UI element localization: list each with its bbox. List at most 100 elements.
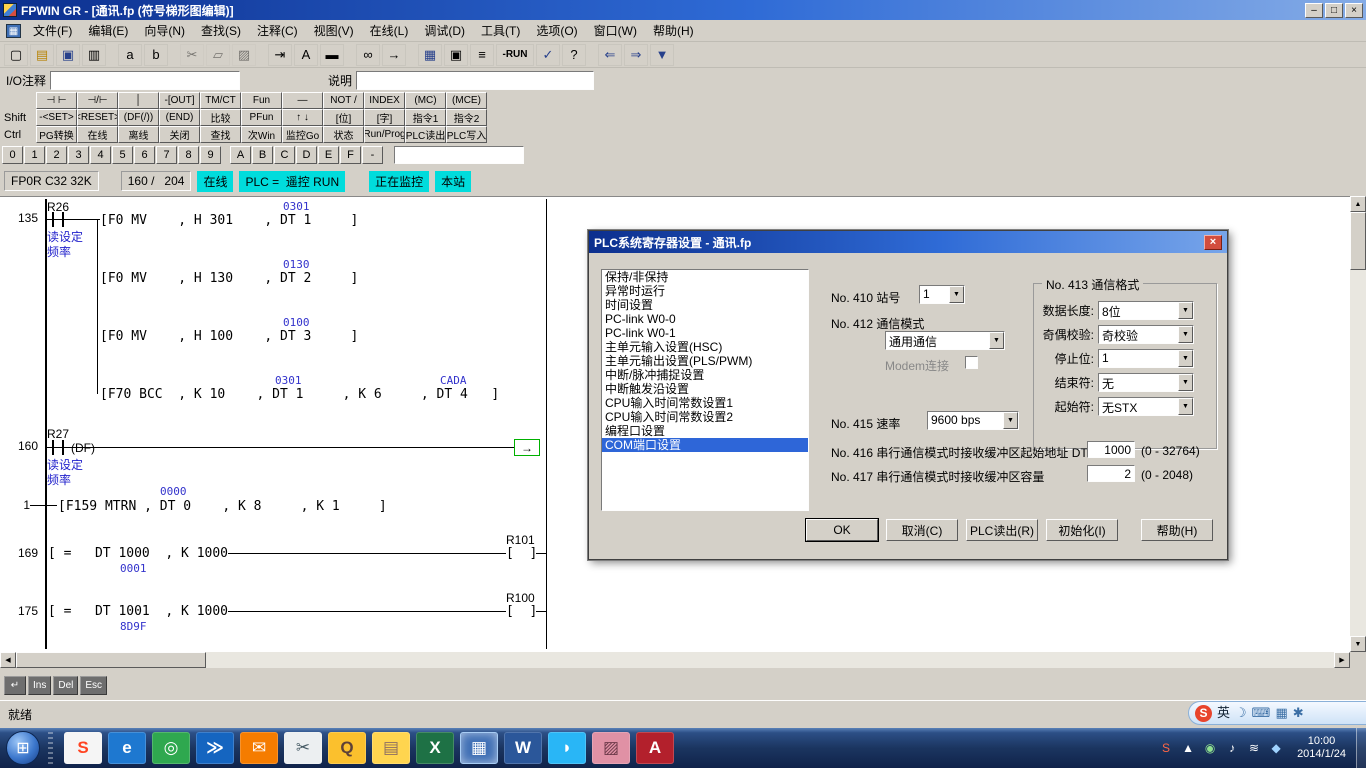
fkey-button[interactable]: ⊣/⊢ — [77, 92, 118, 109]
output-coil[interactable]: [ ] — [506, 604, 537, 619]
format-select[interactable]: 无STX ▼ — [1098, 397, 1194, 416]
hex-key[interactable]: E — [318, 146, 339, 164]
menu-item[interactable]: 查找(S) — [193, 20, 249, 41]
menu-item[interactable]: 编辑(E) — [80, 20, 136, 41]
instruction[interactable]: [F159 MTRN , DT 0 , K 8 , K 1 ] — [58, 499, 387, 514]
maximize-button[interactable]: □ — [1325, 3, 1343, 18]
show-desktop-button[interactable] — [1356, 728, 1366, 768]
fkey-button[interactable]: 状态 — [323, 126, 364, 143]
hex-key[interactable]: C — [274, 146, 295, 164]
plc-write-icon[interactable]: ⇒ — [624, 44, 648, 66]
format-select[interactable]: 1 ▼ — [1098, 349, 1194, 368]
fkey-button[interactable]: Fun — [241, 92, 282, 109]
taskbar-360-icon[interactable]: ◎ — [152, 732, 190, 764]
compare-contact[interactable]: [ = DT 1000 , K 1000 — [48, 546, 228, 561]
baud-rate-select[interactable]: 9600 bps ▼ — [927, 411, 1019, 430]
fkey-button[interactable]: 指令1 — [405, 109, 446, 126]
fkey-button[interactable]: 关闭 — [159, 126, 200, 143]
ime-sogou-icon[interactable]: S — [1195, 705, 1212, 722]
child-window-icon[interactable]: ▦ — [6, 24, 21, 38]
minimize-button[interactable]: – — [1305, 3, 1323, 18]
save-icon[interactable]: ▣ — [56, 44, 80, 66]
dialog-button[interactable]: 取消(C) — [886, 519, 958, 541]
instruction[interactable]: [F70 BCC , K 10 , DT 1 , K 6 , DT 4 ] — [100, 387, 499, 402]
register-category-item[interactable]: 编程口设置 — [602, 424, 808, 438]
instruction[interactable]: [F0 MV , H 301 , DT 1 ] — [100, 213, 358, 228]
taskbar-foxmail-icon[interactable]: ✉ — [240, 732, 278, 764]
ime-tools-icon[interactable]: ✱ — [1293, 702, 1304, 724]
taskbar-word-icon[interactable]: W — [504, 732, 542, 764]
modem-checkbox[interactable] — [965, 356, 978, 369]
fkey-button[interactable]: 指令2 — [446, 109, 487, 126]
jump-icon[interactable]: → — [382, 44, 406, 66]
description-input[interactable] — [356, 71, 594, 90]
find-icon[interactable]: ∞ — [356, 44, 380, 66]
fkey-button[interactable]: ↑ ↓ — [282, 109, 323, 126]
help-icon[interactable]: ? — [562, 44, 586, 66]
register-category-item[interactable]: CPU输入时间常数设置1 — [602, 396, 808, 410]
edit-cursor[interactable]: → — [514, 439, 540, 456]
scroll-down-icon[interactable]: ▼ — [1350, 636, 1366, 652]
horizontal-scrollbar[interactable]: ◀ ▶ — [0, 652, 1350, 668]
contact-label[interactable]: R27 — [47, 427, 69, 441]
dialog-button[interactable]: 初始化(I) — [1046, 519, 1118, 541]
hex-key[interactable]: F — [340, 146, 361, 164]
register-category-item[interactable]: 异常时运行 — [602, 284, 808, 298]
format-select[interactable]: 8位 ▼ — [1098, 301, 1194, 320]
dropdown-arrow-icon[interactable]: ▼ — [1178, 374, 1193, 391]
hex-key[interactable]: 9 — [200, 146, 221, 164]
register-category-item[interactable]: PC-link W0-1 — [602, 326, 808, 340]
hex-key[interactable]: 7 — [156, 146, 177, 164]
hex-key[interactable]: 3 — [68, 146, 89, 164]
scroll-left-icon[interactable]: ◀ — [0, 652, 16, 668]
fkey-button[interactable]: (MCE) — [446, 92, 487, 109]
taskbar-clock[interactable]: 10:00 2014/1/24 — [1297, 735, 1346, 761]
register-category-item[interactable]: 保持/非保持 — [602, 270, 808, 284]
menu-item[interactable]: 注释(C) — [249, 20, 306, 41]
comm-mode-select[interactable]: 通用通信 ▼ — [885, 331, 1005, 350]
dropdown-arrow-icon[interactable]: ▼ — [949, 286, 964, 303]
scroll-up-icon[interactable]: ▲ — [1350, 196, 1366, 212]
fkey-button[interactable]: NOT / — [323, 92, 364, 109]
dropdown-arrow-icon[interactable]: ▼ — [1178, 398, 1193, 415]
rule-icon[interactable]: ▬ — [320, 44, 344, 66]
instruction[interactable]: [F0 MV , H 100 , DT 3 ] — [100, 329, 358, 344]
format-select[interactable]: 无 ▼ — [1098, 373, 1194, 392]
hex-key[interactable]: 1 — [24, 146, 45, 164]
compare-contact[interactable]: [ = DT 1001 , K 1000 — [48, 604, 228, 619]
station-number-select[interactable]: 1 ▼ — [919, 285, 965, 304]
menu-item[interactable]: 选项(O) — [528, 20, 585, 41]
tray-volume-icon[interactable]: ♪ — [1222, 741, 1242, 755]
fkey-button[interactable]: 监控Go — [282, 126, 323, 143]
status-icon[interactable]: ≡ — [470, 44, 494, 66]
dropdown-arrow-icon[interactable]: ▼ — [1178, 350, 1193, 367]
next-window-icon[interactable]: ▣ — [444, 44, 468, 66]
comment-display2-icon[interactable]: b — [144, 44, 168, 66]
coil-label[interactable]: R101 — [506, 533, 535, 547]
hex-key[interactable]: - — [362, 146, 383, 164]
register-category-item[interactable]: 主单元输出设置(PLS/PWM) — [602, 354, 808, 368]
taskbar-fpwin-icon[interactable]: ▦ — [460, 732, 498, 764]
hex-key[interactable]: 4 — [90, 146, 111, 164]
io-comment-input[interactable] — [50, 71, 240, 90]
dialog-button[interactable]: PLC读出(R) — [966, 519, 1038, 541]
fkey-button[interactable]: TM/CT — [200, 92, 241, 109]
close-button[interactable]: × — [1345, 3, 1363, 18]
buffer-capacity-input[interactable] — [1087, 465, 1135, 482]
fkey-button[interactable]: -[OUT] — [159, 92, 200, 109]
fkey-button[interactable]: 比较 — [200, 109, 241, 126]
ime-grid-icon[interactable]: ▦ — [1275, 702, 1287, 724]
format-select[interactable]: 奇校验 ▼ — [1098, 325, 1194, 344]
fkey-button[interactable]: PG转换 — [36, 126, 77, 143]
fkey-button[interactable]: -<SET> — [36, 109, 77, 126]
fkey-button[interactable]: PLC写入 — [446, 126, 487, 143]
tray-sogou-icon[interactable]: S — [1156, 741, 1176, 755]
register-category-item[interactable]: PC-link W0-0 — [602, 312, 808, 326]
taskbar-photo-icon[interactable]: ▨ — [592, 732, 630, 764]
open-icon[interactable]: ▤ — [30, 44, 54, 66]
fkey-button[interactable]: (MC) — [405, 92, 446, 109]
register-category-item[interactable]: 中断/脉冲捕捉设置 — [602, 368, 808, 382]
fkey-button[interactable]: 在线 — [77, 126, 118, 143]
ime-keyboard-icon[interactable]: ⌨ — [1252, 702, 1271, 724]
dropdown-arrow-icon[interactable]: ▼ — [1178, 326, 1193, 343]
